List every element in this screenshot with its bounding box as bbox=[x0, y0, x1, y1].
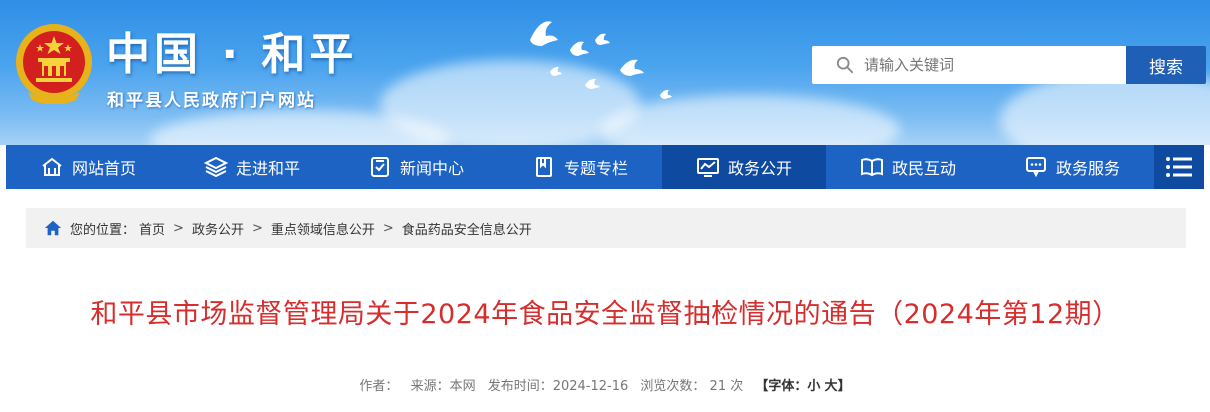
nav-item-label: 政务服务 bbox=[1055, 159, 1120, 178]
nav-item-label: 专题专栏 bbox=[563, 159, 628, 178]
breadcrumb-link-home[interactable]: 首页 bbox=[139, 219, 165, 238]
nav-item-services[interactable]: 政务服务 bbox=[990, 145, 1154, 189]
breadcrumb-separator: > bbox=[251, 220, 263, 236]
article-title: 和平县市场监督管理局关于2024年食品安全监督抽检情况的通告（2024年第12期… bbox=[90, 299, 1120, 330]
nav-item-label: 网站首页 bbox=[71, 159, 136, 178]
home-icon bbox=[42, 157, 62, 176]
bookmark-icon bbox=[535, 157, 552, 177]
layers-icon bbox=[203, 156, 228, 178]
search-icon bbox=[836, 56, 854, 74]
site-title: 中国 · 和平 bbox=[106, 29, 358, 80]
breadcrumb-label: 您的位置： bbox=[70, 222, 136, 238]
doves-decoration-icon bbox=[530, 21, 672, 99]
meta-publish-time: 发布时间：2024-12-16 bbox=[487, 379, 629, 394]
breadcrumb-separator: > bbox=[173, 220, 184, 236]
nav-item-topics[interactable]: 专题专栏 bbox=[498, 145, 662, 189]
book-icon bbox=[860, 158, 883, 177]
site-header: 中国 · 和平 和平县人民政府门户网站 搜索 bbox=[0, 0, 1210, 145]
meta-views: 浏览次数： 21 次 bbox=[640, 379, 744, 394]
news-icon bbox=[370, 157, 389, 177]
breadcrumb-link-gov-affairs[interactable]: 政务公开 bbox=[192, 219, 244, 238]
search-box bbox=[812, 46, 1128, 84]
breadcrumb-separator: > bbox=[382, 220, 394, 236]
menu-icon bbox=[1166, 157, 1192, 177]
service-icon bbox=[1025, 157, 1046, 178]
nav-item-home[interactable]: 网站首页 bbox=[6, 145, 170, 189]
national-emblem-icon bbox=[16, 24, 92, 104]
search-button[interactable]: 搜索 bbox=[1126, 46, 1206, 84]
nav-item-label: 政民互动 bbox=[891, 159, 956, 178]
nav-menu-button[interactable] bbox=[1154, 145, 1204, 189]
meta-author: 作者： bbox=[359, 379, 399, 394]
font-large-link[interactable]: 大 bbox=[825, 379, 838, 394]
site-subtitle: 和平县人民政府门户网站 bbox=[107, 91, 316, 111]
nav-item-label: 新闻中心 bbox=[399, 159, 464, 178]
article-meta: 作者： 来源：本网 发布时间：2024-12-16 浏览次数： 21 次 【字体… bbox=[0, 375, 1210, 394]
nav-item-label: 政务公开 bbox=[727, 159, 792, 178]
breadcrumb: 您的位置： 首页 > 政务公开 > 重点领域信息公开 > 食品药品安全信息公开 bbox=[26, 208, 1186, 248]
font-size-close: 】 bbox=[837, 379, 851, 394]
nav-item-news[interactable]: 新闻中心 bbox=[334, 145, 498, 189]
chart-icon bbox=[696, 158, 719, 177]
font-small-link[interactable]: 小 bbox=[807, 379, 820, 394]
font-size-control: 【字体：小 大】 bbox=[755, 379, 850, 394]
font-size-label: 【字体： bbox=[755, 379, 808, 394]
nav-item-about[interactable]: 走进和平 bbox=[170, 145, 334, 189]
search-input[interactable] bbox=[864, 56, 1114, 74]
breadcrumb-link-food-drug[interactable]: 食品药品安全信息公开 bbox=[402, 219, 532, 238]
main-nav: 网站首页 走进和平 新闻中心 专题专栏 政务公开 政民互动 政务服务 bbox=[6, 145, 1204, 189]
home-icon bbox=[44, 220, 62, 236]
nav-item-label: 走进和平 bbox=[235, 159, 300, 178]
meta-source: 来源：本网 bbox=[410, 379, 476, 394]
nav-item-gov-affairs[interactable]: 政务公开 bbox=[662, 145, 826, 189]
nav-item-interaction[interactable]: 政民互动 bbox=[826, 145, 990, 189]
breadcrumb-link-key-areas[interactable]: 重点领域信息公开 bbox=[271, 219, 375, 238]
